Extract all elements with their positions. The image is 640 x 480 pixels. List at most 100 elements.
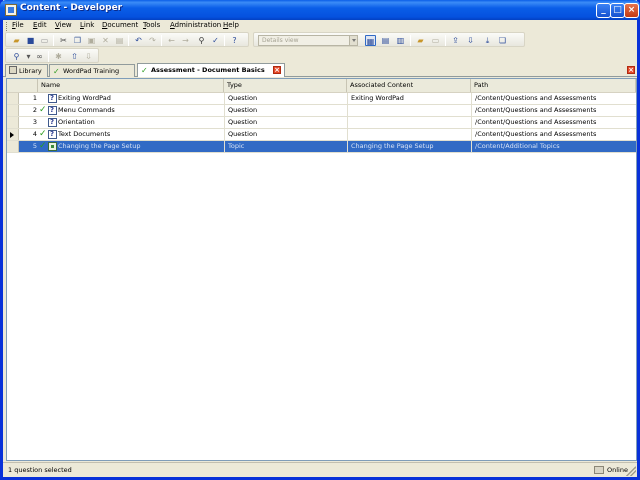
view-mode-select[interactable]: Details view	[258, 35, 358, 46]
unlink-icon[interactable]: ∞	[34, 51, 45, 62]
split-vertical-icon[interactable]: ▥	[395, 35, 406, 46]
maximize-button[interactable]: □	[610, 3, 625, 18]
cell-type: Question	[224, 117, 347, 128]
row-selector[interactable]	[7, 117, 19, 128]
chevron-down-icon[interactable]	[349, 36, 357, 45]
minimize-button[interactable]: _	[596, 3, 611, 18]
cell-name: Exiting WordPad	[58, 94, 111, 102]
forward-icon[interactable]: →	[180, 35, 191, 46]
col-head-type[interactable]: Type	[224, 79, 347, 92]
toolbar-row-1: ▰ ■ ▭ ✂ ❐ ▣ ✕ ▤ ↶ ↷ ← → ⚲ ✓ ? Details vi…	[3, 32, 637, 48]
back-icon[interactable]: ←	[166, 35, 177, 46]
menu-file[interactable]: File	[12, 21, 24, 29]
open-icon[interactable]: ▰	[11, 35, 22, 46]
row-number: 2	[32, 106, 37, 114]
table-row[interactable]: 4✓ Text Documents Question/Content/Questio…	[7, 129, 636, 141]
menu-grip[interactable]	[6, 22, 9, 31]
paste-icon[interactable]: ▣	[86, 35, 97, 46]
resize-grip[interactable]	[626, 466, 636, 476]
col-head-selector	[7, 79, 38, 92]
tab-library[interactable]: Library	[5, 64, 48, 77]
cell-assoc	[347, 129, 471, 140]
close-all-tabs-icon[interactable]: ×	[627, 66, 635, 74]
status-bar: 1 question selected Online	[3, 462, 637, 477]
publish-icon[interactable]: ▰	[415, 35, 426, 46]
spellcheck-icon[interactable]: ✓	[210, 35, 221, 46]
move-up-icon[interactable]: ⇧	[69, 51, 80, 62]
toolbar-separator	[445, 35, 446, 46]
grid-header: Name Type Associated Content Path	[7, 79, 636, 93]
col-head-name[interactable]: Name	[38, 79, 224, 92]
connection-icon	[594, 466, 604, 474]
menu-tools[interactable]: Tools	[143, 21, 160, 29]
table-row[interactable]: 1Exiting WordPadQuestionExiting WordPad/…	[7, 93, 636, 105]
app-icon[interactable]	[5, 4, 17, 16]
row-selector[interactable]	[7, 105, 19, 116]
status-message: 1 question selected	[8, 466, 72, 474]
cell-assoc	[347, 105, 471, 116]
table-row[interactable]: 2✓ Menu Commands Question/Content/Question…	[7, 105, 636, 117]
row-selector[interactable]	[7, 141, 19, 152]
standard-toolbar: ▰ ■ ▭ ✂ ❐ ▣ ✕ ▤ ↶ ↷ ← → ⚲ ✓ ?	[5, 32, 249, 47]
menu-administration[interactable]: Administration	[170, 21, 221, 29]
close-tab-icon[interactable]: ×	[273, 66, 281, 74]
current-row-arrow-icon	[10, 132, 17, 138]
menu-edit[interactable]: Edit	[33, 21, 47, 29]
tab-wordpad-training[interactable]: ✓ WordPad Training	[49, 64, 135, 77]
window-title: Content - Developer	[20, 3, 123, 13]
toolbar-separator	[48, 51, 49, 62]
check-in-icon[interactable]: ⇪	[450, 35, 461, 46]
toolbar-separator	[53, 35, 54, 46]
move-down-icon[interactable]: ⇩	[83, 51, 94, 62]
cell-type: Question	[224, 129, 347, 140]
cell-path: /Content/Questions and Assessments	[471, 129, 636, 140]
preview-icon[interactable]: ▭	[430, 35, 441, 46]
toolbar-separator	[128, 35, 129, 46]
cut-icon[interactable]: ✂	[58, 35, 69, 46]
cell-name: Menu Commands	[58, 106, 115, 114]
content-grid: Name Type Associated Content Path 1 Exiti…	[6, 78, 637, 461]
save-icon[interactable]: ■	[25, 35, 36, 46]
menu-file-label: ile	[15, 21, 24, 29]
row-selector[interactable]	[7, 129, 19, 140]
check-out-icon[interactable]: ⇩	[465, 35, 476, 46]
table-row[interactable]: 3 Orientation Question/Content/Questions a…	[7, 117, 636, 129]
settings-icon[interactable]: ✱	[53, 51, 64, 62]
toolbar-separator	[224, 35, 225, 46]
cell-type: Question	[224, 93, 347, 104]
cell-assoc	[347, 117, 471, 128]
cell-name: Text Documents	[58, 130, 111, 138]
menu-link[interactable]: Link	[80, 21, 94, 29]
close-button[interactable]: ×	[624, 3, 639, 18]
outline-icon[interactable]: ❏	[497, 35, 508, 46]
properties-icon[interactable]: ▤	[114, 35, 125, 46]
details-view-icon[interactable]: ▦	[365, 35, 376, 46]
delete-icon[interactable]: ✕	[100, 35, 111, 46]
library-icon	[9, 66, 17, 74]
cell-path: /Content/Questions and Assessments	[471, 117, 636, 128]
connection-status: Online	[607, 466, 628, 474]
link-icon[interactable]: ⚲	[11, 51, 22, 62]
menu-document[interactable]: Document	[102, 21, 138, 29]
col-head-associated-content[interactable]: Associated Content	[347, 79, 471, 92]
undo-icon[interactable]: ↶	[133, 35, 144, 46]
table-row[interactable]: 5 ✓ Changing the Page Setup Topic Changing t…	[7, 141, 636, 153]
row-selector[interactable]	[7, 93, 19, 104]
menu-help[interactable]: Help	[223, 21, 239, 29]
view-toolbar: Details view ▦ ▤ ▥ ▰ ▭ ⇪ ⇩ ⤓ ❏	[253, 32, 525, 47]
col-head-path[interactable]: Path	[471, 79, 636, 92]
redo-icon[interactable]: ↷	[147, 35, 158, 46]
menu-view[interactable]: View	[55, 21, 72, 29]
download-icon[interactable]: ⤓	[482, 35, 493, 46]
title-bar[interactable]: Content - Developer _ □ ×	[0, 0, 640, 20]
tab-assessment-document-basics[interactable]: ✓ Assessment - Document Basics ×	[137, 63, 285, 77]
help-icon[interactable]: ?	[229, 35, 240, 46]
chevron-down-icon[interactable]: ▾	[23, 51, 34, 62]
app-window: Content - Developer _ □ × File Edit View…	[0, 0, 640, 480]
cell-type: Topic	[224, 141, 347, 152]
find-icon[interactable]: ⚲	[196, 35, 207, 46]
assessment-checked-icon: ✓	[141, 66, 148, 75]
copy-icon[interactable]: ❐	[72, 35, 83, 46]
print-icon[interactable]: ▭	[39, 35, 50, 46]
split-horizontal-icon[interactable]: ▤	[380, 35, 391, 46]
